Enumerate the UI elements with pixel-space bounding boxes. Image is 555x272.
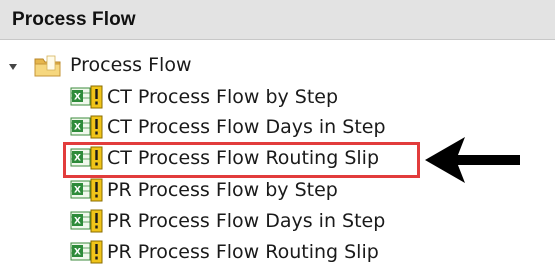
- svg-text:X: X: [74, 186, 81, 196]
- tree-item-label: PR Process Flow Days in Step: [107, 210, 386, 232]
- tree-item-label: CT Process Flow by Step: [107, 86, 339, 108]
- arrow-left-icon: [425, 137, 520, 183]
- excel-report-icon: X: [70, 85, 103, 109]
- tree-item-pr-process-flow-routing-slip[interactable]: X PR Process Flow Routing Slip: [70, 238, 490, 266]
- svg-text:X: X: [74, 93, 81, 103]
- tree-item-pr-process-flow-days-in-step[interactable]: X PR Process Flow Days in Step: [70, 207, 490, 235]
- folder-icon: [34, 55, 61, 77]
- panel-header: Process Flow: [0, 0, 555, 40]
- excel-report-icon: X: [70, 209, 103, 233]
- tree-folder-process-flow[interactable]: Process Flow: [0, 53, 555, 81]
- tree-folder-label: Process Flow: [70, 54, 192, 76]
- svg-text:X: X: [74, 217, 81, 227]
- tree-item-label: PR Process Flow by Step: [107, 179, 338, 201]
- excel-report-icon: X: [70, 240, 103, 264]
- highlight-box: [63, 142, 420, 178]
- expand-arrow-icon[interactable]: [9, 64, 17, 70]
- panel-title: Process Flow: [12, 9, 136, 30]
- tree-item-label: CT Process Flow Days in Step: [107, 116, 386, 138]
- tree-item-ct-process-flow-by-step[interactable]: X CT Process Flow by Step: [70, 83, 490, 111]
- excel-report-icon: X: [70, 115, 103, 139]
- svg-text:X: X: [74, 123, 81, 133]
- excel-report-icon: X: [70, 178, 103, 202]
- svg-text:X: X: [74, 248, 81, 258]
- tree-item-label: PR Process Flow Routing Slip: [107, 241, 379, 263]
